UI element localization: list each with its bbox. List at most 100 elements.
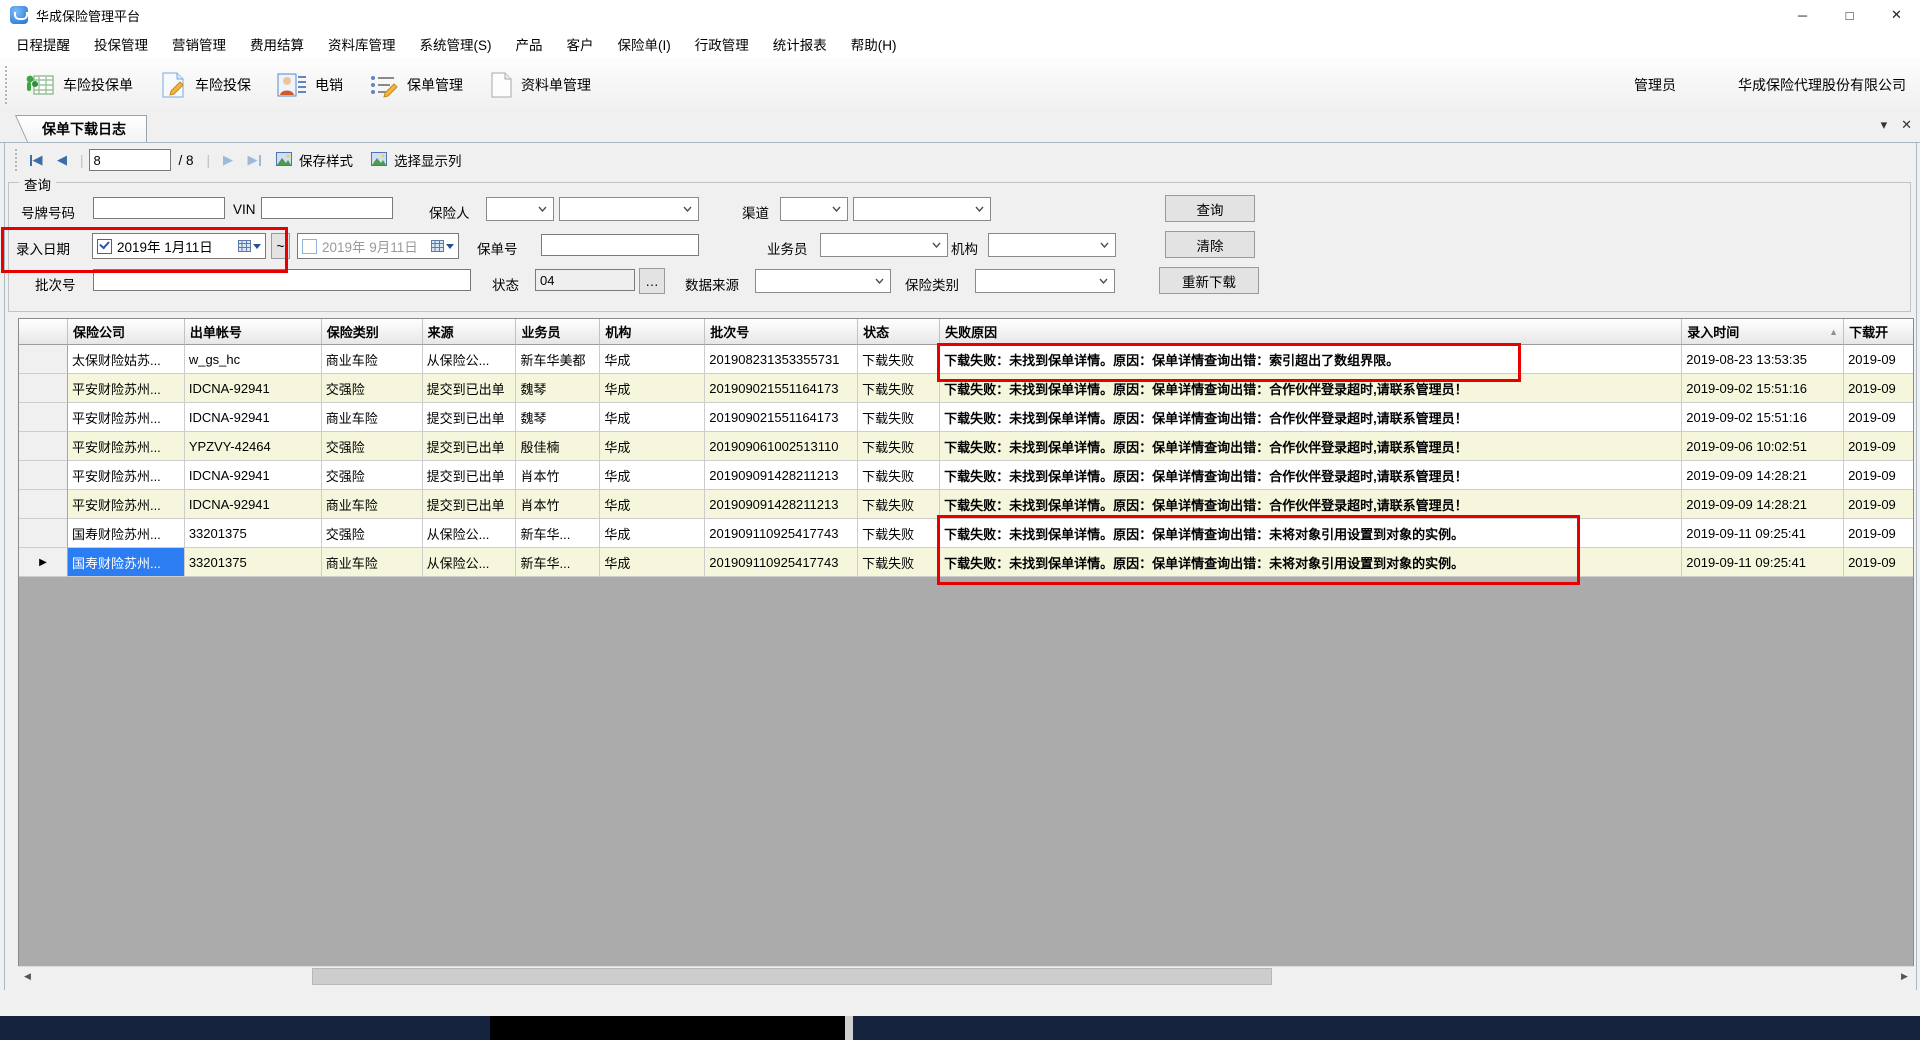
cell-agent[interactable]: 殷佳楠	[516, 432, 601, 461]
insurer-select-2[interactable]	[559, 197, 699, 221]
cell-account[interactable]: 33201375	[184, 548, 322, 577]
cell-batch[interactable]: 201909021551164173	[705, 374, 859, 403]
cell-source[interactable]: 提交到已出单	[422, 432, 517, 461]
date-from-checkbox[interactable]	[97, 238, 112, 254]
header-company[interactable]: 保险公司	[67, 319, 185, 345]
cell-org[interactable]: 华成	[600, 432, 706, 461]
org-select[interactable]	[988, 233, 1116, 257]
header-entry-time[interactable]: 录入时间 ▲	[1682, 319, 1845, 345]
cell-source[interactable]: 提交到已出单	[422, 374, 517, 403]
cell-account[interactable]: IDCNA-92941	[184, 490, 322, 519]
cell-org[interactable]: 华成	[600, 461, 706, 490]
cell-org[interactable]: 华成	[600, 548, 706, 577]
cell-agent[interactable]: 新车华美都	[516, 345, 601, 374]
tab-dropdown-icon[interactable]: ▾	[1881, 117, 1888, 133]
cell-company[interactable]: 平安财险苏州...	[67, 403, 185, 432]
page-number-input[interactable]	[88, 149, 171, 171]
cell-failure-reason[interactable]: 下载失败：未找到保单详情。原因：保单详情查询出错：索引超出了数组界限。	[940, 345, 1683, 374]
cell-download-start[interactable]: 2019-09	[1844, 374, 1913, 403]
cell-status[interactable]: 下载失败	[858, 490, 941, 519]
entry-date-to-picker[interactable]: 2019年 9月11日	[297, 233, 459, 259]
cell-category[interactable]: 交强险	[321, 374, 423, 403]
toolbar-telemarketing-button[interactable]: 电销	[264, 63, 356, 107]
menu-item-customer[interactable]: 客户	[555, 34, 606, 54]
cell-org[interactable]: 华成	[600, 345, 706, 374]
cell-entry-time[interactable]: 2019-09-09 14:28:21	[1682, 461, 1845, 490]
prev-page-button[interactable]: ◀	[49, 148, 75, 172]
cell-download-start[interactable]: 2019-09	[1844, 345, 1913, 374]
cell-org[interactable]: 华成	[600, 519, 706, 548]
save-style-button[interactable]: 保存样式	[267, 148, 362, 172]
cell-failure-reason[interactable]: 下载失败：未找到保单详情。原因：保单详情查询出错：未将对象引用设置到对象的实例。	[940, 548, 1683, 577]
vin-input[interactable]	[261, 197, 393, 219]
tab-close-icon[interactable]: ✕	[1901, 117, 1912, 133]
maximize-button[interactable]: □	[1826, 0, 1873, 30]
cell-category[interactable]: 商业车险	[321, 403, 423, 432]
cell-category[interactable]: 交强险	[321, 519, 423, 548]
tab-policy-download-log[interactable]: 保单下载日志	[30, 115, 147, 142]
menu-item-fees[interactable]: 费用结算	[238, 34, 316, 54]
header-agent[interactable]: 业务员	[516, 319, 601, 345]
first-page-button[interactable]: ◀	[23, 148, 49, 172]
taskbar-window-segment[interactable]	[490, 1016, 845, 1040]
cell-download-start[interactable]: 2019-09	[1844, 490, 1913, 519]
toolbar-policy-manage-button[interactable]: 保单管理	[356, 63, 476, 107]
cell-org[interactable]: 华成	[600, 374, 706, 403]
cell-status[interactable]: 下载失败	[858, 432, 941, 461]
cell-account[interactable]: YPZVY-42464	[184, 432, 322, 461]
insurance-category-select[interactable]	[975, 269, 1115, 293]
query-button[interactable]: 查询	[1165, 195, 1255, 222]
cell-entry-time[interactable]: 2019-09-02 15:51:16	[1682, 403, 1845, 432]
cell-batch[interactable]: 201909091428211213	[705, 490, 859, 519]
last-page-button[interactable]: ▶	[241, 148, 267, 172]
status-more-button[interactable]: …	[639, 268, 665, 294]
next-page-button[interactable]: ▶	[215, 148, 241, 172]
cell-download-start[interactable]: 2019-09	[1844, 432, 1913, 461]
cell-category[interactable]: 商业车险	[321, 548, 423, 577]
header-org[interactable]: 机构	[600, 319, 706, 345]
cell-agent[interactable]: 新车华...	[516, 548, 601, 577]
row-marker[interactable]	[19, 432, 68, 461]
select-columns-button[interactable]: 选择显示列	[362, 148, 471, 172]
cell-batch[interactable]: 201909091428211213	[705, 461, 859, 490]
cell-company[interactable]: 国寿财险苏州...	[67, 519, 185, 548]
cell-company[interactable]: 太保财险姑苏...	[67, 345, 185, 374]
calendar-icon[interactable]	[238, 240, 261, 252]
cell-status[interactable]: 下载失败	[858, 548, 941, 577]
cell-download-start[interactable]: 2019-09	[1844, 461, 1913, 490]
header-status[interactable]: 状态	[858, 319, 941, 345]
table-row[interactable]: 平安财险苏州... IDCNA-92941 交强险 提交到已出单 肖本竹 华成 …	[19, 461, 1913, 490]
date-to-checkbox[interactable]	[302, 238, 317, 254]
cell-download-start[interactable]: 2019-09	[1844, 519, 1913, 548]
menu-item-help[interactable]: 帮助(H)	[839, 34, 909, 54]
calendar-icon[interactable]	[431, 240, 454, 252]
cell-download-start[interactable]: 2019-09	[1844, 548, 1913, 577]
header-account[interactable]: 出单帐号	[184, 319, 322, 345]
table-row[interactable]: 平安财险苏州... IDCNA-92941 商业车险 提交到已出单 肖本竹 华成…	[19, 490, 1913, 519]
cell-entry-time[interactable]: 2019-09-06 10:02:51	[1682, 432, 1845, 461]
cell-status[interactable]: 下载失败	[858, 374, 941, 403]
cell-org[interactable]: 华成	[600, 403, 706, 432]
cell-account[interactable]: IDCNA-92941	[184, 374, 322, 403]
cell-category[interactable]: 商业车险	[321, 345, 423, 374]
cell-agent[interactable]: 魏琴	[516, 403, 601, 432]
policy-number-input[interactable]	[541, 234, 699, 256]
channel-select-1[interactable]	[780, 197, 848, 221]
menu-item-product[interactable]: 产品	[504, 34, 555, 54]
cell-company[interactable]: 平安财险苏州...	[67, 374, 185, 403]
cell-failure-reason[interactable]: 下载失败：未找到保单详情。原因：保单详情查询出错：合作伙伴登录超时,请联系管理员…	[940, 490, 1683, 519]
cell-batch[interactable]: 201909110925417743	[705, 519, 859, 548]
table-row[interactable]: ▶ 国寿财险苏州... 33201375 商业车险 从保险公... 新车华...…	[19, 548, 1913, 577]
toolbar-document-manage-button[interactable]: 资料单管理	[476, 63, 604, 107]
cell-company[interactable]: 平安财险苏州...	[67, 432, 185, 461]
minimize-button[interactable]: ─	[1779, 0, 1826, 30]
cell-failure-reason[interactable]: 下载失败：未找到保单详情。原因：保单详情查询出错：合作伙伴登录超时,请联系管理员…	[940, 432, 1683, 461]
header-source[interactable]: 来源	[422, 319, 517, 345]
cell-status[interactable]: 下载失败	[858, 519, 941, 548]
row-marker[interactable]	[19, 374, 68, 403]
redownload-button[interactable]: 重新下载	[1159, 267, 1259, 294]
row-marker[interactable]: ▶	[19, 548, 68, 577]
cell-entry-time[interactable]: 2019-08-23 13:53:35	[1682, 345, 1845, 374]
close-button[interactable]: ✕	[1873, 0, 1920, 30]
cell-account[interactable]: IDCNA-92941	[184, 403, 322, 432]
